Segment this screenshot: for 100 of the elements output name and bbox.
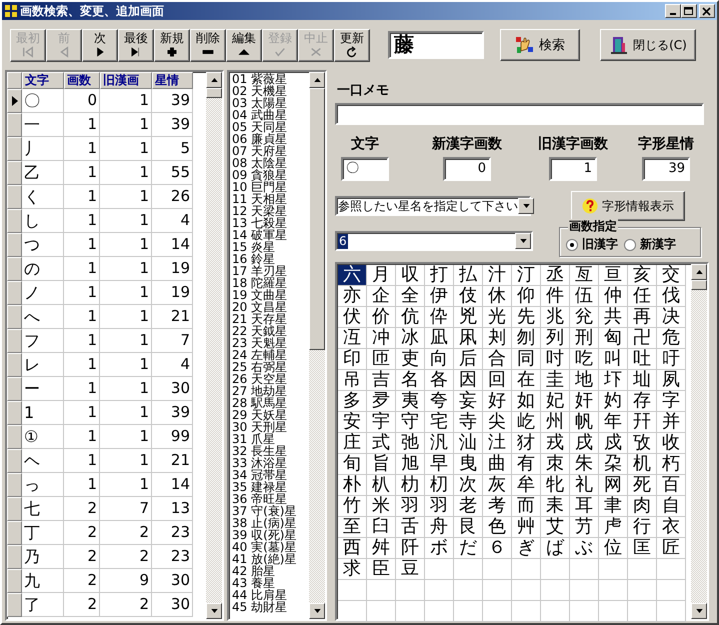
column-header[interactable]: 旧漢画 — [100, 72, 152, 89]
character-cell[interactable]: 兊 — [570, 307, 599, 328]
character-cell[interactable]: 打 — [425, 265, 454, 286]
scroll-up-button[interactable] — [691, 264, 707, 280]
star-list-item[interactable]: 14 破軍星 — [232, 229, 296, 241]
character-cell[interactable]: 叫 — [599, 349, 628, 370]
character-cell[interactable]: 多 — [338, 391, 367, 412]
star-list-item[interactable]: 22 天鉞星 — [232, 325, 296, 337]
star-list-item[interactable]: 41 放(絶)星 — [232, 553, 296, 565]
star-list-item[interactable]: 05 天同星 — [232, 121, 296, 133]
character-cell[interactable]: 求 — [338, 559, 367, 580]
column-header[interactable]: 星情 — [152, 72, 193, 89]
character-cell[interactable]: 匈 — [599, 328, 628, 349]
character-cell[interactable]: 全 — [396, 286, 425, 307]
character-cell[interactable]: 朷 — [425, 475, 454, 496]
character-cell[interactable]: 戎 — [541, 433, 570, 454]
character-cell[interactable]: 凪 — [425, 328, 454, 349]
character-cell[interactable]: 再 — [628, 307, 657, 328]
star-list-item[interactable]: 18 陀羅星 — [232, 277, 296, 289]
character-cell[interactable]: 弛 — [396, 433, 425, 454]
character-cell[interactable]: 朱 — [570, 454, 599, 475]
character-cell[interactable]: 夛 — [367, 391, 396, 412]
character-cell[interactable]: 圷 — [599, 370, 628, 391]
scroll-thumb[interactable] — [691, 280, 707, 290]
star-list-item[interactable]: 43 養星 — [232, 577, 296, 589]
character-cell[interactable]: 朳 — [367, 475, 396, 496]
character-cell[interactable]: 凩 — [454, 328, 483, 349]
character-cell[interactable]: 豆 — [396, 559, 425, 580]
character-cell[interactable]: 丞 — [541, 265, 570, 286]
character-cell[interactable]: 圭 — [541, 370, 570, 391]
character-cell[interactable]: 仰 — [512, 286, 541, 307]
row-indicator[interactable] — [7, 89, 22, 113]
character-cell[interactable]: 老 — [454, 496, 483, 517]
character-cell[interactable]: 兆 — [541, 307, 570, 328]
character-cell[interactable]: 吃 — [570, 349, 599, 370]
character-cell[interactable]: 艸 — [512, 517, 541, 538]
character-cell[interactable]: 匠 — [657, 538, 686, 559]
character-cell[interactable]: 耒 — [541, 496, 570, 517]
star-list-item[interactable]: 08 太陰星 — [232, 157, 296, 169]
character-cell[interactable]: 六 — [338, 265, 367, 286]
star-list-item[interactable]: 39 収(死)星 — [232, 529, 296, 541]
character-cell[interactable]: 朽 — [657, 454, 686, 475]
close-dialog-button[interactable]: 閉じる(C) — [600, 29, 696, 61]
star-list-item[interactable]: 12 天梁星 — [232, 205, 296, 217]
character-cell[interactable]: 尖 — [483, 412, 512, 433]
character-cell[interactable]: 肉 — [628, 496, 657, 517]
character-cell[interactable]: 如 — [512, 391, 541, 412]
glyph-info-button[interactable]: 字形情報表示 — [571, 191, 685, 221]
character-cell[interactable]: 收 — [657, 433, 686, 454]
star-list-item[interactable]: 04 武曲星 — [232, 109, 296, 121]
character-cell[interactable]: 因 — [454, 370, 483, 391]
character-cell[interactable]: 朴 — [338, 475, 367, 496]
character-cell[interactable]: 米 — [367, 496, 396, 517]
character-cell[interactable]: 列 — [541, 328, 570, 349]
character-cell[interactable]: 先 — [512, 307, 541, 328]
star-list-item[interactable]: 27 地劫星 — [232, 385, 296, 397]
character-cell[interactable]: 光 — [483, 307, 512, 328]
scroll-thumb[interactable] — [206, 88, 222, 98]
character-cell[interactable]: 共 — [599, 307, 628, 328]
star-list-item[interactable]: 28 駅馬星 — [232, 397, 296, 409]
star-list-item[interactable]: 20 文昌星 — [232, 301, 296, 313]
character-cell[interactable]: 任 — [628, 286, 657, 307]
character-cell[interactable]: 各 — [425, 370, 454, 391]
character-cell[interactable]: 舛 — [367, 538, 396, 559]
close-button[interactable] — [699, 4, 715, 18]
character-cell[interactable]: 夸 — [425, 391, 454, 412]
character-cell[interactable]: 价 — [367, 307, 396, 328]
character-cell[interactable]: 伐 — [657, 286, 686, 307]
star-list-item[interactable]: 13 七殺星 — [232, 217, 296, 229]
character-cell[interactable]: 网 — [599, 475, 628, 496]
character-cell[interactable]: 企 — [367, 286, 396, 307]
star-list-item[interactable]: 02 天機星 — [232, 85, 296, 97]
character-cell[interactable]: 月 — [367, 265, 396, 286]
character-cell[interactable]: 冱 — [338, 328, 367, 349]
character-cell[interactable]: ば — [541, 538, 570, 559]
character-cell[interactable]: 牝 — [541, 475, 570, 496]
character-cell[interactable]: 汎 — [425, 433, 454, 454]
star-list-item[interactable]: 09 貪狼星 — [232, 169, 296, 181]
star-list-item[interactable]: 34 冠帯星 — [232, 469, 296, 481]
character-cell[interactable]: 年 — [599, 412, 628, 433]
star-list-item[interactable]: 42 胎星 — [232, 565, 296, 577]
character-cell[interactable]: 吁 — [657, 349, 686, 370]
star-list-item[interactable]: 25 右弼星 — [232, 361, 296, 373]
character-cell[interactable]: 牟 — [512, 475, 541, 496]
character-cell[interactable]: 戌 — [570, 433, 599, 454]
character-cell[interactable]: 汕 — [454, 433, 483, 454]
character-cell[interactable]: 灰 — [483, 475, 512, 496]
search-field[interactable]: 藤 — [388, 31, 484, 59]
character-cell[interactable]: 伎 — [454, 286, 483, 307]
character-cell[interactable]: 亘 — [599, 265, 628, 286]
character-cell[interactable]: 存 — [628, 391, 657, 412]
character-cell[interactable]: 収 — [396, 265, 425, 286]
character-cell[interactable]: 位 — [599, 538, 628, 559]
character-cell[interactable]: 伉 — [396, 307, 425, 328]
character-cell[interactable]: 芀 — [570, 517, 599, 538]
character-cell[interactable]: 臣 — [367, 559, 396, 580]
input-field[interactable]: 0 — [443, 157, 491, 181]
character-cell[interactable]: 百 — [657, 475, 686, 496]
character-cell[interactable]: 吉 — [367, 370, 396, 391]
character-cell[interactable]: 吏 — [396, 349, 425, 370]
